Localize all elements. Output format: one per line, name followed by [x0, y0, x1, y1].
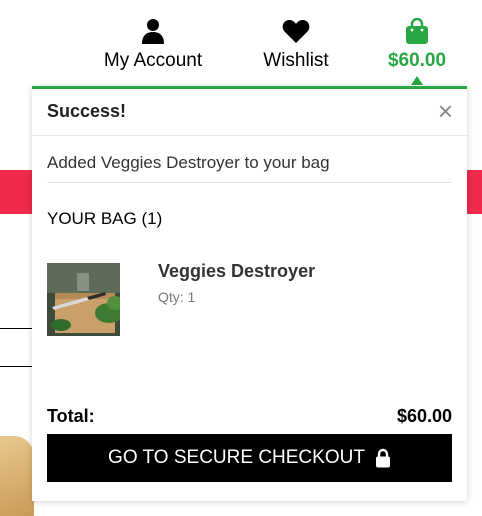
- lock-icon: [375, 448, 390, 468]
- total-value: $60.00: [396, 406, 452, 426]
- bag-heading: YOUR BAG (1): [47, 209, 163, 228]
- success-message: Added Veggies Destroyer to your bag: [47, 153, 330, 172]
- popup-caret: [411, 76, 423, 85]
- my-account-label: My Account: [103, 50, 203, 71]
- total-label: Total:: [47, 406, 95, 426]
- product-thumbnail[interactable]: [47, 263, 120, 336]
- cart-notification-popup: Success! × Added Veggies Destroyer to yo…: [32, 86, 467, 501]
- checkout-label: GO TO SECURE CHECKOUT: [108, 447, 365, 468]
- shopping-bag-link[interactable]: $60.00: [380, 18, 454, 72]
- wishlist-link[interactable]: Wishlist: [256, 18, 336, 72]
- popup-title: Success!: [47, 101, 127, 121]
- shopping-bag-icon: [406, 18, 428, 44]
- wishlist-label: Wishlist: [263, 50, 329, 71]
- divider: [0, 328, 32, 329]
- product-qty: Qty: 1: [158, 289, 196, 305]
- heart-icon: [282, 20, 310, 43]
- bag-total: $60.00: [387, 50, 447, 71]
- my-account-link[interactable]: My Account: [96, 18, 210, 72]
- close-icon[interactable]: ×: [438, 98, 453, 124]
- divider: [47, 182, 452, 183]
- popup-header: Success! ×: [32, 89, 467, 136]
- divider: [0, 366, 32, 367]
- product-image-partial: [0, 436, 34, 516]
- user-icon: [142, 19, 164, 44]
- product-name[interactable]: Veggies Destroyer: [158, 261, 315, 282]
- secure-checkout-button[interactable]: GO TO SECURE CHECKOUT: [47, 434, 452, 482]
